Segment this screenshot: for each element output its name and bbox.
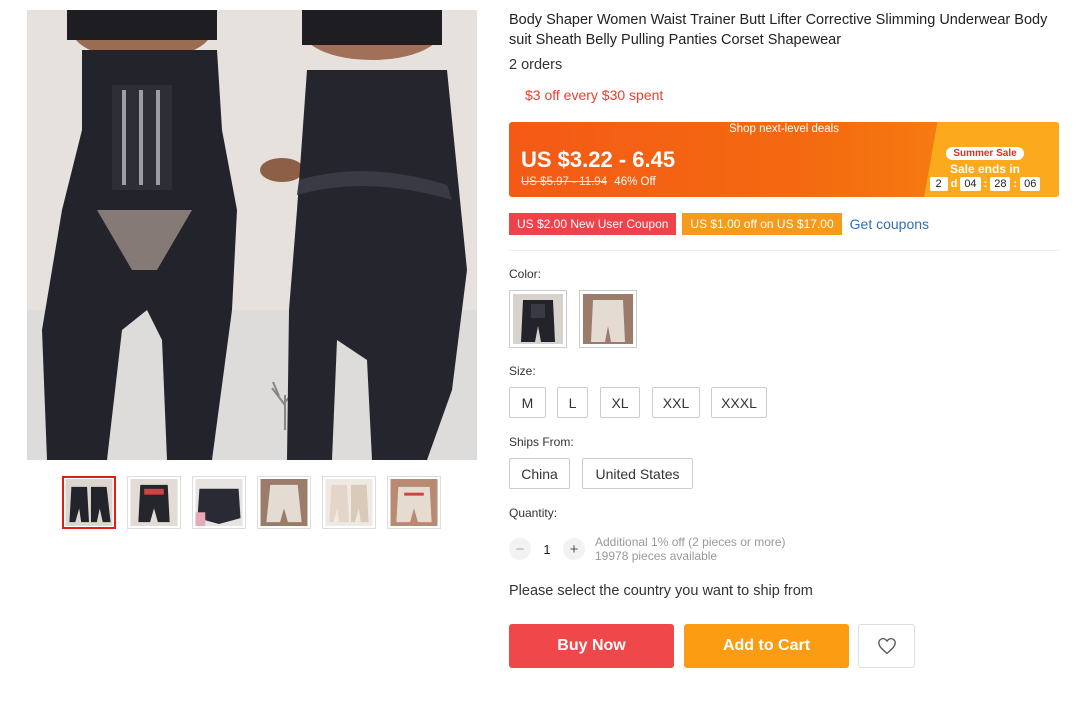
ships-from-united-states[interactable]: United States <box>582 458 693 489</box>
thumbnail-3[interactable] <box>192 476 246 529</box>
sale-countdown-box: Summer Sale Sale ends in 2 d 04 : 28 : 0… <box>925 143 1045 191</box>
size-label: Size: <box>509 364 536 378</box>
size-option-xxxl[interactable]: XXXL <box>711 387 767 418</box>
product-main-image[interactable] <box>27 10 477 460</box>
divider <box>509 250 1059 251</box>
size-option-xxl[interactable]: XXL <box>652 387 700 418</box>
wishlist-button[interactable] <box>858 624 915 668</box>
product-info: Body Shaper Women Waist Trainer Butt Lif… <box>509 10 1061 103</box>
deal-banner-title: Shop next-level deals <box>729 123 839 135</box>
product-title: Body Shaper Women Waist Trainer Butt Lif… <box>509 12 1048 48</box>
heart-icon <box>877 637 896 655</box>
buy-now-button[interactable]: Buy Now <box>509 624 674 668</box>
thumbnail-4[interactable] <box>257 476 311 529</box>
color-swatch-black[interactable] <box>509 290 567 348</box>
thumbnail-strip <box>62 476 441 529</box>
size-option-l[interactable]: L <box>557 387 588 418</box>
quantity-discount-note: Additional 1% off (2 pieces or more) <box>595 535 786 549</box>
thumbnail-6[interactable] <box>387 476 441 529</box>
add-to-cart-button[interactable]: Add to Cart <box>684 624 849 668</box>
quantity-label: Quantity: <box>509 506 558 520</box>
quantity-stepper: − 1 + Additional 1% off (2 pieces or mor… <box>509 535 786 563</box>
ship-from-message: Please select the country you want to sh… <box>509 583 813 599</box>
original-price-row: US $5.97 - 11.94 46% Off <box>521 176 656 188</box>
countdown-days-unit: d <box>950 178 958 190</box>
summer-sale-tag: Summer Sale <box>946 147 1024 160</box>
store-coupon[interactable]: US $1.00 off on US $17.00 <box>682 213 842 235</box>
discount-percent: 46% Off <box>614 176 656 188</box>
countdown-timer: 2 d 04 : 28 : 06 <box>925 177 1045 191</box>
thumbnail-5[interactable] <box>322 476 376 529</box>
ships-from-label: Ships From: <box>509 435 574 449</box>
size-option-m[interactable]: M <box>509 387 546 418</box>
quantity-input[interactable]: 1 <box>531 542 563 557</box>
quantity-increase-button[interactable]: + <box>563 538 585 560</box>
color-label: Color: <box>509 267 542 281</box>
thumbnail-2[interactable] <box>127 476 181 529</box>
ships-from-china[interactable]: China <box>509 458 570 489</box>
thumbnail-1[interactable] <box>62 476 116 529</box>
quantity-available: 19978 pieces available <box>595 549 718 563</box>
deal-banner[interactable]: Shop next-level deals US $3.22 - 6.45 US… <box>509 122 1059 197</box>
store-promo[interactable]: $3 off every $30 spent <box>525 87 1061 103</box>
countdown-days: 2 <box>929 177 948 191</box>
order-count: 2 orders <box>509 57 563 73</box>
original-price: US $5.97 - 11.94 <box>521 176 608 188</box>
new-user-coupon[interactable]: US $2.00 New User Coupon <box>509 213 677 235</box>
get-coupons-link[interactable]: Get coupons <box>850 216 929 232</box>
countdown-sep: : <box>983 178 988 190</box>
sale-price: US $3.22 - 6.45 <box>521 147 676 172</box>
sale-ends-label: Sale ends in <box>949 162 1021 176</box>
color-swatch-beige[interactable] <box>579 290 637 348</box>
product-photo <box>27 10 477 460</box>
countdown-sep: : <box>1013 178 1018 190</box>
size-option-xl[interactable]: XL <box>600 387 640 418</box>
quantity-decrease-button[interactable]: − <box>509 538 531 560</box>
countdown-seconds: 06 <box>1020 177 1041 191</box>
countdown-hours: 04 <box>960 177 981 191</box>
countdown-minutes: 28 <box>990 177 1011 191</box>
quantity-info: Additional 1% off (2 pieces or more) 199… <box>595 535 786 563</box>
coupon-row: US $2.00 New User Coupon US $1.00 off on… <box>509 213 929 235</box>
